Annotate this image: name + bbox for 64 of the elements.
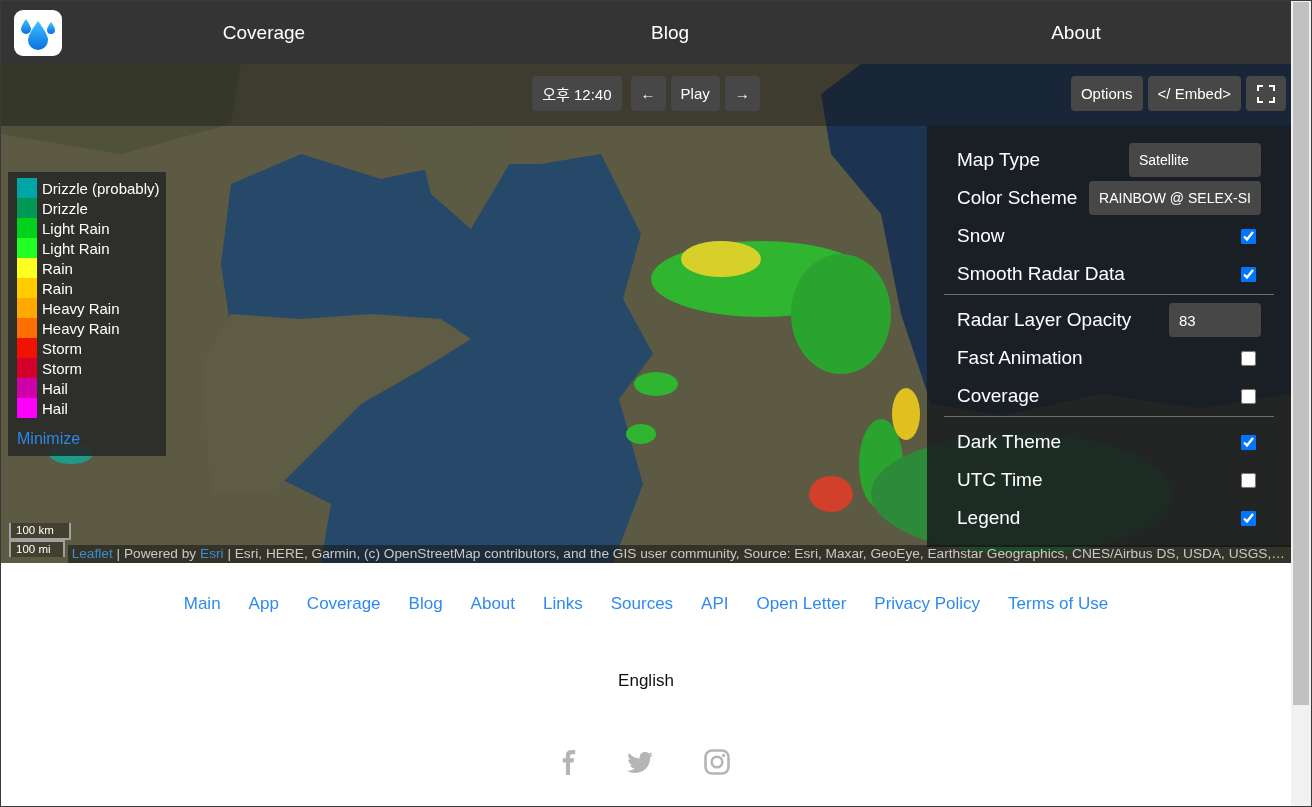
- footer-link[interactable]: App: [248, 594, 279, 614]
- scale-bar: 100 mi: [9, 540, 65, 557]
- fullscreen-button[interactable]: [1246, 76, 1286, 111]
- options-button[interactable]: Options: [1070, 76, 1143, 111]
- legend-label: Drizzle: [42, 199, 88, 217]
- footer-link[interactable]: Sources: [610, 594, 674, 614]
- checkbox[interactable]: [1241, 228, 1256, 244]
- scale-bar: 100 km: [9, 523, 71, 540]
- embed-button[interactable]: </ Embed>: [1147, 76, 1241, 111]
- option-label: Snow: [957, 225, 1005, 247]
- footer-link[interactable]: Main: [183, 594, 221, 614]
- footer-link[interactable]: API: [701, 594, 729, 614]
- option-label: Coverage: [957, 385, 1040, 407]
- legend-label: Rain: [42, 279, 73, 297]
- legend-label: Light Rain: [42, 239, 110, 257]
- option-label: Color Scheme: [957, 187, 1078, 209]
- option-label: Map Type: [957, 149, 1041, 171]
- checkbox[interactable]: [1241, 472, 1256, 488]
- footer-link[interactable]: Coverage: [306, 594, 381, 614]
- number-field[interactable]: 83: [1169, 303, 1261, 337]
- footer-link[interactable]: Open Letter: [756, 594, 847, 614]
- legend-label: Hail: [42, 399, 68, 417]
- next-frame-button[interactable]: →: [724, 76, 760, 111]
- time-button[interactable]: 오후 12:40: [532, 76, 622, 111]
- dropdown[interactable]: Satellite: [1129, 143, 1261, 177]
- fullscreen-icon[interactable]: [1257, 84, 1275, 103]
- option-label: Legend: [957, 507, 1021, 529]
- legend-label: Hail: [42, 379, 68, 397]
- footer-link[interactable]: Terms of Use: [1008, 594, 1109, 614]
- option-label: Radar Layer Opacity: [957, 309, 1132, 331]
- legend-label: Rain: [42, 259, 73, 277]
- checkbox[interactable]: [1241, 350, 1256, 366]
- nav-link[interactable]: About: [1051, 21, 1101, 44]
- scrollbar-thumb[interactable]: [1293, 2, 1309, 705]
- map-attribution: Leaflet | Powered by Esri | Esri, HERE, Garmin, (c) OpenStreetMap contributors, and the GIS user community, Source: Esri, Maxar, GeoEye, Earthstar Geographics, CNES/Airbus DS, USDA, USGS,…: [67, 545, 1291, 563]
- nav-link[interactable]: Blog: [651, 21, 689, 44]
- attribution-link[interactable]: Leaflet: [71, 546, 113, 561]
- minimize-link[interactable]: Minimize: [17, 430, 81, 448]
- footer-link[interactable]: About: [470, 594, 516, 614]
- option-label: Smooth Radar Data: [957, 263, 1125, 285]
- option-label: Dark Theme: [957, 431, 1062, 453]
- checkbox[interactable]: [1241, 510, 1256, 526]
- attribution-link[interactable]: Esri: [200, 546, 224, 561]
- checkbox[interactable]: [1241, 266, 1256, 282]
- option-label: UTC Time: [957, 469, 1043, 491]
- legend-label: Drizzle (probably): [42, 179, 160, 197]
- legend-label: Light Rain: [42, 219, 110, 237]
- legend-label: Storm: [42, 359, 82, 377]
- footer-link[interactable]: Privacy Policy: [874, 594, 981, 614]
- legend-label: Storm: [42, 339, 82, 357]
- dropdown[interactable]: RAINBOW @ SELEX-SI: [1089, 181, 1261, 215]
- language-selector[interactable]: English: [618, 671, 674, 691]
- footer-link[interactable]: Blog: [408, 594, 443, 614]
- checkbox[interactable]: [1241, 388, 1256, 404]
- play-button[interactable]: Play: [670, 76, 720, 111]
- scrollbar[interactable]: [1291, 1, 1311, 806]
- legend-label: Heavy Rain: [42, 299, 120, 317]
- checkbox[interactable]: [1241, 434, 1256, 450]
- raindrop-logo[interactable]: [14, 9, 62, 56]
- legend-label: Heavy Rain: [42, 319, 120, 337]
- nav-link[interactable]: Coverage: [222, 21, 306, 44]
- previous-frame-button[interactable]: ←: [630, 76, 666, 111]
- footer-link[interactable]: Links: [543, 594, 583, 614]
- option-label: Fast Animation: [957, 347, 1083, 369]
